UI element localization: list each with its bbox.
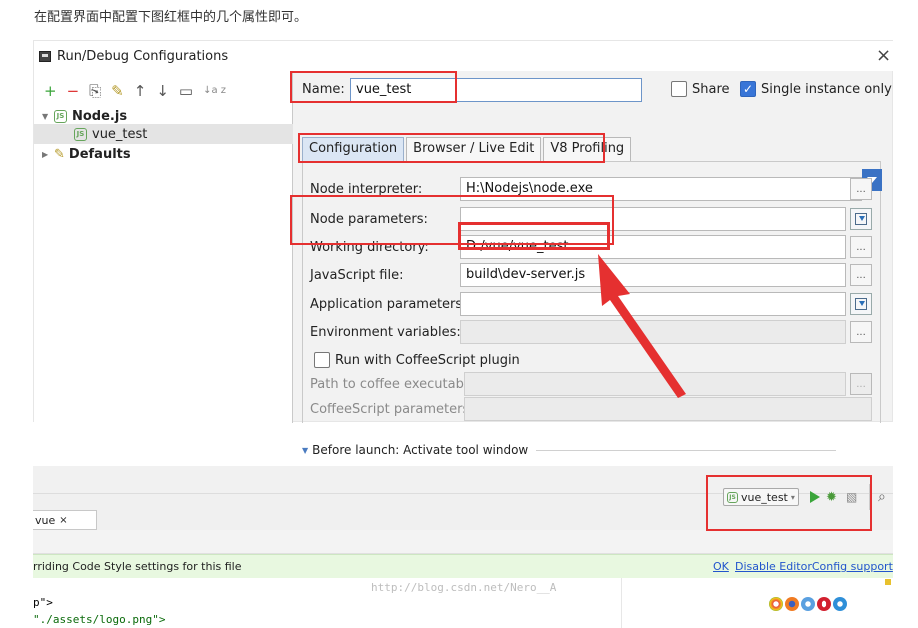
application-parameters-expand-button[interactable] [850,293,872,315]
window-icon [39,50,51,62]
disable-editorconfig-link[interactable]: Disable EditorConfig support [735,560,893,573]
node-interpreter-browse-button[interactable]: ... [850,178,872,200]
node-interpreter-field[interactable]: H:\Nodejs\node.exe [460,177,862,201]
run-config-selector[interactable]: JS vue_test ▾ [723,488,799,506]
sort-icon[interactable]: ↓a z [203,84,226,98]
before-launch-section[interactable]: ▼ Before launch: Activate tool window [302,443,837,457]
folder-icon[interactable]: ▭ [179,83,193,98]
add-icon[interactable]: + [44,83,57,98]
ie-icon[interactable] [833,597,847,611]
coffeescript-plugin-checkbox[interactable] [314,352,330,368]
dialog-title-bar: Run/Debug Configurations [34,41,894,71]
move-down-icon[interactable]: ↓ [156,83,169,98]
watermark: http://blog.csdn.net/Nero__A [371,581,557,594]
close-icon[interactable]: × [876,45,891,66]
working-directory-label: Working directory: [310,240,429,255]
coffeescript-plugin-label: Run with CoffeeScript plugin [335,353,520,368]
node-parameters-label: Node parameters: [310,212,428,227]
copy-icon[interactable]: ⎘ [89,83,101,98]
collapse-triangle-icon[interactable]: ▼ [302,446,308,455]
application-parameters-label: Application parameters: [310,297,467,312]
javascript-file-browse-button[interactable]: ... [850,264,872,286]
tree-item-nodejs[interactable]: ▼ JS Node.js [42,106,292,126]
path-to-coffee-browse-button[interactable]: ... [850,373,872,395]
right-margin-line [621,578,622,628]
toolbar-separator [869,484,870,510]
firefox-icon[interactable] [785,597,799,611]
edit-defaults-icon[interactable]: ✎ [111,83,124,98]
editorconfig-notice: rriding Code Style settings for this fil… [33,554,893,578]
node-parameters-field[interactable] [460,207,846,231]
environment-variables-browse-button[interactable]: ... [850,321,872,343]
config-tree-panel: + − ⎘ ✎ ↑ ↓ ▭ ↓a z ▼ JS Node.js JS vue_t… [34,71,293,423]
share-checkbox[interactable] [671,81,687,97]
chevron-down-icon: ▾ [790,492,795,502]
close-tab-icon[interactable]: × [59,515,67,526]
breadcrumb-bar [33,530,893,554]
path-to-coffee-label: Path to coffee executable: [310,377,480,392]
coffeescript-parameters-field[interactable] [464,397,872,421]
share-label: Share [692,82,730,97]
tree-label-defaults: Defaults [68,146,131,162]
nodejs-config-icon: JS [74,127,87,141]
run-debug-dialog: Run/Debug Configurations × + − ⎘ ✎ ↑ ↓ ▭… [33,40,894,457]
opera-icon[interactable] [817,597,831,611]
code-line: "./assets/logo.png"> [33,613,166,626]
nodejs-icon: JS [727,491,738,503]
tree-label-nodejs: Node.js [72,108,128,124]
tab-v8-profiling[interactable]: V8 Profiling [543,137,632,161]
nodejs-icon: JS [54,109,67,123]
search-icon[interactable]: ⌕ [878,489,886,505]
single-instance-label: Single instance only [761,82,892,97]
editor-tab-label: vue [35,513,56,527]
browser-icons [769,597,847,611]
config-tabs: Configuration Browser / Live Edit V8 Pro… [302,137,633,161]
code-line: p"> [33,596,53,609]
single-instance-checkbox[interactable]: ✓ [740,81,756,97]
working-directory-browse-button[interactable]: ... [850,236,872,258]
expand-icon [855,298,867,310]
expand-icon [855,213,867,225]
notice-message: rriding Code Style settings for this fil… [33,560,242,573]
run-config-label: vue_test [741,490,788,504]
gutter-marker [885,579,891,585]
safari-icon[interactable] [801,597,815,611]
tree-item-vue-test[interactable]: JS vue_test [34,124,293,144]
intro-text: 在配置界面中配置下图红框中的几个属性即可。 [34,10,308,25]
expand-triangle-icon[interactable]: ▼ [42,112,54,121]
coverage-icon[interactable]: ▧ [846,490,857,504]
name-label: Name: [302,82,345,97]
notice-ok-link[interactable]: OK [713,560,729,573]
environment-variables-label: Environment variables: [310,325,461,340]
javascript-file-label: JavaScript file: [310,268,404,283]
tab-configuration[interactable]: Configuration [302,137,405,161]
editor-tab-vue[interactable]: vue × [33,510,97,530]
annotation-arrow-icon [598,254,686,398]
debug-icon[interactable]: ✹ [826,490,837,505]
separator-line [536,449,837,451]
name-input[interactable]: vue_test [350,78,642,102]
node-parameters-expand-button[interactable] [850,208,872,230]
collapse-triangle-icon[interactable]: ▶ [42,150,54,159]
remove-icon[interactable]: − [67,83,80,98]
tree-item-defaults[interactable]: ▶ ✎ Defaults [42,144,292,164]
coffeescript-parameters-label: CoffeeScript parameters: [310,402,474,417]
dialog-title: Run/Debug Configurations [57,48,229,64]
before-launch-label: Before launch: Activate tool window [312,443,529,457]
chrome-icon[interactable] [769,597,783,611]
tab-browser-live-edit[interactable]: Browser / Live Edit [406,137,542,161]
node-interpreter-label: Node interpreter: [310,182,423,197]
code-editor[interactable]: http://blog.csdn.net/Nero__A p"> "./asse… [33,578,893,628]
defaults-icon: ✎ [54,146,65,162]
ide-window: JS vue_test ▾ ✹ ▧ ⌕ vue × rriding Code S… [33,466,893,628]
run-icon[interactable] [810,491,820,503]
tree-toolbar: + − ⎘ ✎ ↑ ↓ ▭ ↓a z [34,71,292,101]
tree-label-vue-test: vue_test [92,126,148,142]
move-up-icon[interactable]: ↑ [134,83,147,98]
